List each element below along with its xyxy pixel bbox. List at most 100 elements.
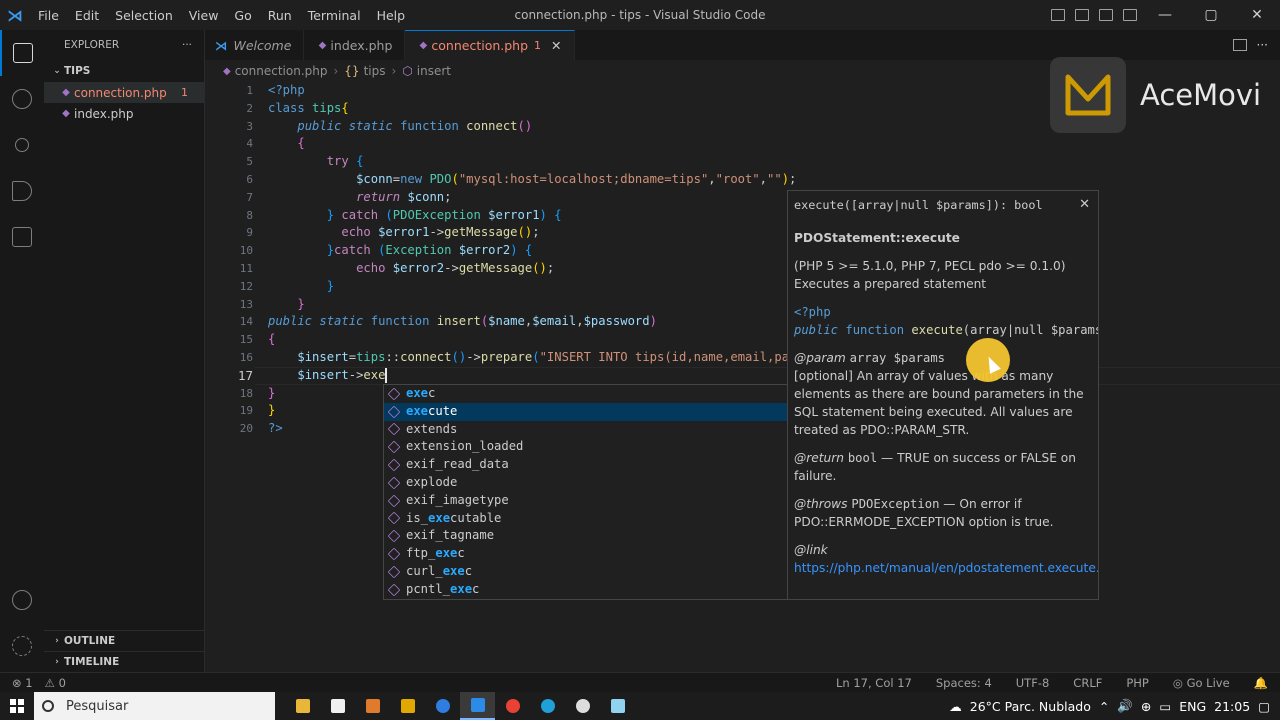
chevron-right-icon: › [55, 657, 59, 667]
menu-go[interactable]: Go [226, 8, 259, 23]
suggestion-item[interactable]: exif_imagetype [384, 492, 787, 510]
line-number: 5 [246, 155, 253, 169]
suggestion-item-selected[interactable]: execute [384, 402, 787, 421]
toggle-panel-icon[interactable] [1075, 9, 1089, 21]
video-app-icon[interactable] [355, 692, 390, 720]
explorer-sidebar: EXPLORER ··· ⌄ TIPS ◆ connection.php 1 ◆… [44, 30, 205, 672]
suggestion-item[interactable]: pcntl_exec [384, 581, 787, 599]
cursor-position[interactable]: Ln 17, Col 17 [824, 676, 924, 690]
customize-layout-icon[interactable] [1123, 9, 1137, 21]
suggestion-item[interactable]: extends [384, 421, 787, 439]
match-highlight: exe [450, 581, 473, 596]
notifications-bell-icon[interactable]: 🔔 [1242, 676, 1280, 690]
code-line: $insert->exe [297, 367, 387, 383]
errors-count[interactable]: ⊗ 1 [10, 676, 45, 690]
breadcrumb-file[interactable]: connection.php [235, 64, 328, 78]
windows-start-button[interactable] [0, 692, 34, 720]
notification-center-icon[interactable]: ▢ [1254, 699, 1280, 714]
vscode-app-icon[interactable] [460, 692, 495, 720]
battery-icon[interactable]: ▭ [1155, 699, 1175, 714]
menu-terminal[interactable]: Terminal [300, 8, 369, 23]
function-icon [387, 440, 401, 454]
folder-tips[interactable]: ⌄ TIPS [44, 60, 204, 82]
suggestion-item[interactable]: exec [384, 385, 787, 403]
clock-time[interactable]: 21:05 [1210, 699, 1254, 714]
suggestion-details-panel: execute([array|null $params]): bool ✕ PD… [787, 190, 1099, 600]
minimize-button[interactable]: — [1142, 0, 1188, 30]
suggestion-item[interactable]: explode [384, 474, 787, 492]
manage-gear-icon[interactable] [0, 636, 44, 656]
app-icon[interactable] [425, 692, 460, 720]
warnings-count[interactable]: ⚠ 0 [45, 676, 66, 690]
breadcrumb-class[interactable]: tips [364, 64, 386, 78]
settings-gear-icon[interactable] [565, 692, 600, 720]
method-icon: ⬡ [402, 64, 413, 78]
edge-app-icon[interactable] [530, 692, 565, 720]
broadcast-icon: ◎ [1172, 676, 1187, 690]
store-app-icon[interactable] [320, 692, 355, 720]
split-editor-icon[interactable] [1232, 39, 1247, 51]
suggestion-item[interactable]: is_executable [384, 510, 787, 528]
weather-icon[interactable]: ☁ [945, 699, 966, 714]
volume-icon[interactable]: 🔊 [1113, 698, 1137, 714]
menu-run[interactable]: Run [260, 8, 300, 23]
file-connection-php[interactable]: ◆ connection.php 1 [44, 82, 204, 103]
more-actions-icon[interactable]: ··· [1257, 38, 1268, 52]
close-tab-icon[interactable]: ✕ [551, 38, 561, 53]
file-index-php[interactable]: ◆ index.php [44, 103, 204, 124]
line-number: 19 [239, 404, 253, 418]
account-icon[interactable] [0, 590, 44, 610]
weather-status[interactable]: 26°C Parc. Nublado [966, 699, 1095, 714]
more-actions-icon[interactable]: ··· [182, 39, 192, 51]
menu-selection[interactable]: Selection [107, 8, 181, 23]
maximize-button[interactable]: ▢ [1188, 0, 1234, 30]
file-explorer-app-icon[interactable] [285, 692, 320, 720]
suggestion-label: curl_exec [406, 563, 473, 578]
suggestion-item[interactable]: extension_loaded [384, 438, 787, 456]
toggle-secondary-sidebar-icon[interactable] [1099, 9, 1113, 21]
search-icon[interactable] [0, 76, 44, 122]
menu-view[interactable]: View [181, 8, 227, 23]
tab-label: index.php [330, 37, 393, 53]
tray-chevron-icon[interactable]: ⌃ [1095, 699, 1113, 714]
suggestion-item[interactable]: curl_exec [384, 563, 787, 581]
toggle-primary-sidebar-icon[interactable] [1051, 9, 1065, 21]
suggestion-label: exec [406, 386, 436, 400]
explorer-icon[interactable] [0, 30, 44, 76]
network-globe-icon[interactable]: ⊕ [1137, 699, 1155, 714]
outline-section[interactable]: › OUTLINE [44, 630, 205, 651]
tab-welcome[interactable]: ⋊ Welcome [205, 30, 305, 60]
acemovi-app-icon[interactable] [390, 692, 425, 720]
doc-url-link[interactable]: https://php.net/manual/en/pdostatement.e… [794, 561, 1098, 575]
run-debug-icon[interactable] [0, 168, 44, 214]
source-control-icon[interactable] [0, 122, 44, 168]
match-highlight: exe [406, 386, 429, 400]
indentation[interactable]: Spaces: 4 [924, 676, 1004, 690]
timeline-section[interactable]: › TIMELINE [44, 651, 205, 672]
taskbar-search-box[interactable]: Pesquisar [34, 692, 275, 720]
code-line: public static function insert($name,$ema… [268, 314, 657, 329]
close-details-icon[interactable]: ✕ [1079, 197, 1090, 212]
close-window-button[interactable]: ✕ [1234, 0, 1280, 30]
input-language[interactable]: ENG [1175, 699, 1210, 714]
notepad-app-icon[interactable] [600, 692, 635, 720]
menu-help[interactable]: Help [369, 8, 414, 23]
go-live-button[interactable]: ◎ Go Live [1161, 676, 1242, 690]
breadcrumb-separator: › [333, 64, 339, 78]
function-icon [387, 583, 401, 597]
title-bar: ⋊ File Edit Selection View Go Run Termin… [0, 0, 1280, 30]
language-mode[interactable]: PHP [1114, 676, 1161, 690]
suggestion-item[interactable]: ftp_exec [384, 545, 787, 563]
tab-connection-php[interactable]: ◆ connection.php 1 ✕ [405, 30, 575, 60]
tab-index-php[interactable]: ◆ index.php [304, 30, 406, 60]
menu-file[interactable]: File [30, 8, 67, 23]
breadcrumb-method[interactable]: insert [417, 64, 451, 78]
extensions-icon[interactable] [0, 214, 44, 260]
chrome-app-icon[interactable] [495, 692, 530, 720]
line-ending[interactable]: CRLF [1061, 676, 1114, 690]
file-encoding[interactable]: UTF-8 [1004, 676, 1062, 690]
suggestion-item[interactable]: exif_tagname [384, 527, 787, 545]
vscode-logo-icon: ⋊ [7, 5, 23, 25]
suggestion-item[interactable]: exif_read_data [384, 456, 787, 474]
menu-edit[interactable]: Edit [67, 8, 107, 23]
